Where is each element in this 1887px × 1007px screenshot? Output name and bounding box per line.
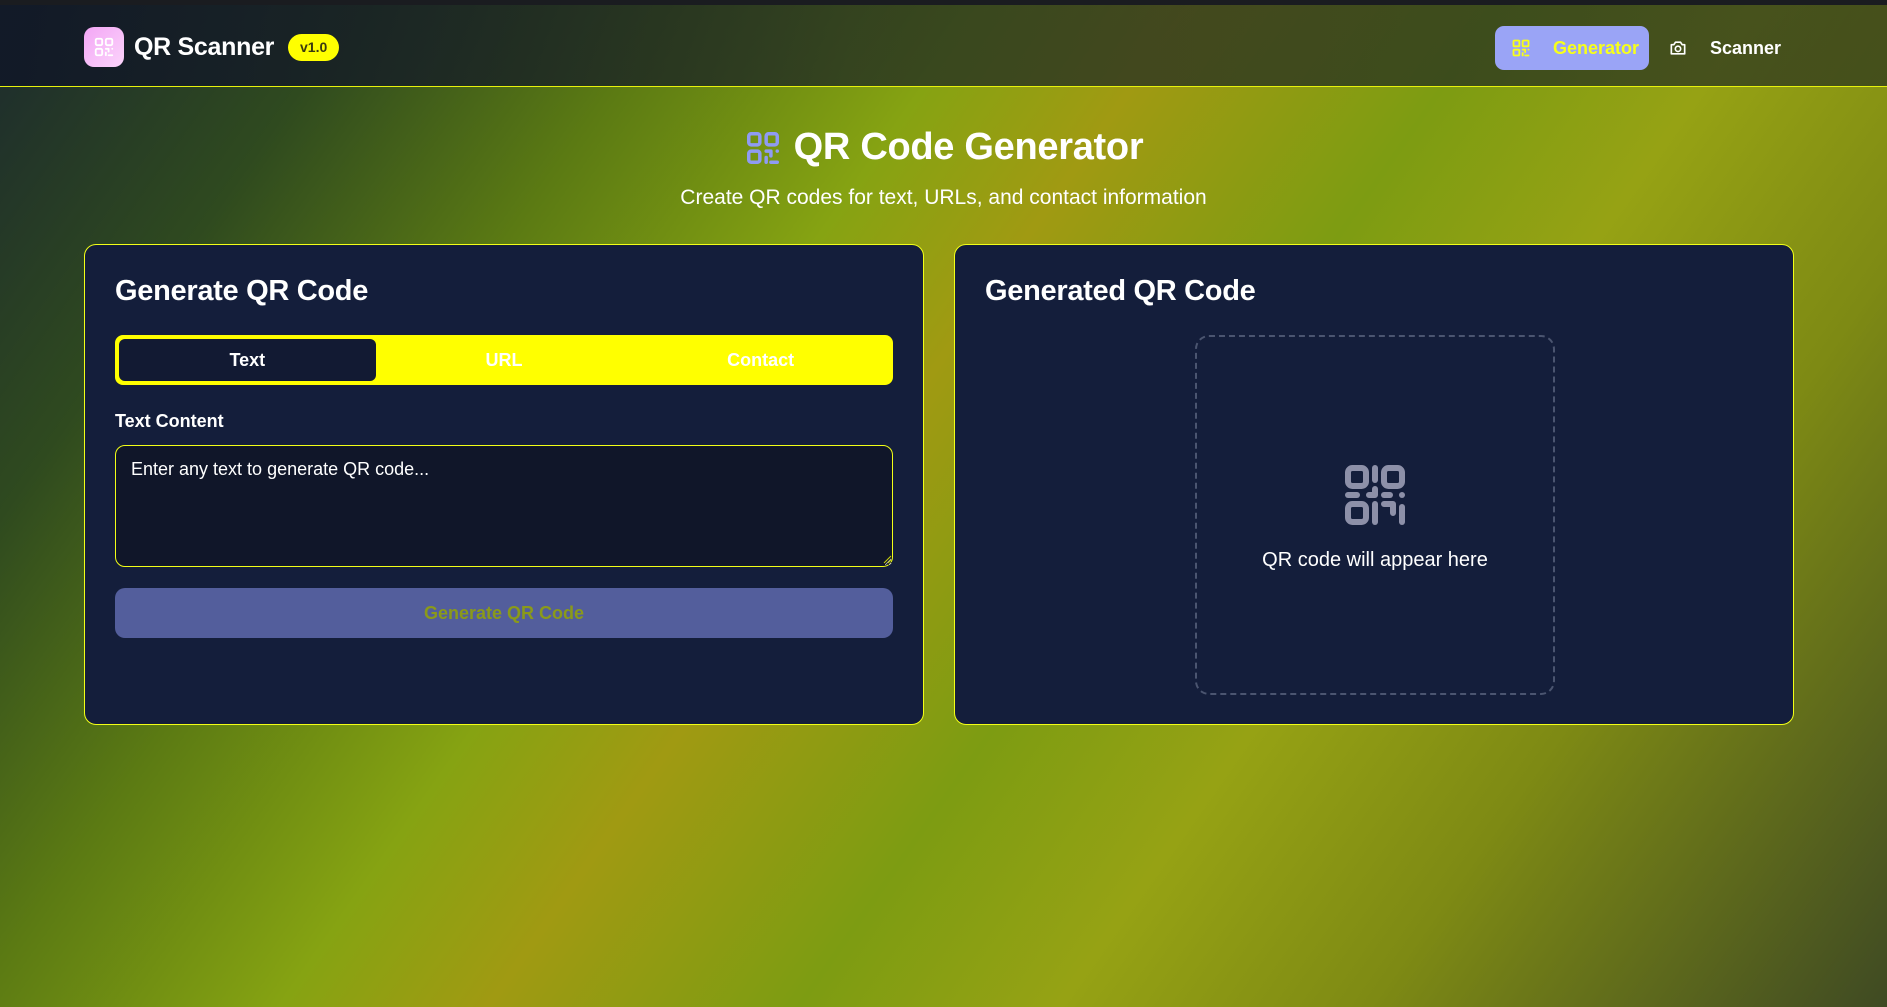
- nav-scanner-button[interactable]: Scanner: [1664, 26, 1794, 70]
- qr-code-icon: [94, 37, 114, 57]
- qr-placeholder: QR code will appear here: [1195, 335, 1555, 695]
- version-badge: v1.0: [288, 34, 340, 61]
- tab-contact[interactable]: Contact: [632, 339, 889, 381]
- tab-url[interactable]: URL: [376, 339, 633, 381]
- app-title: QR Scanner: [134, 33, 275, 61]
- tab-text[interactable]: Text: [119, 339, 376, 381]
- camera-icon: [1670, 41, 1686, 55]
- page-title-text: QR Code Generator: [793, 126, 1144, 168]
- nav-generator-label: Generator: [1553, 37, 1640, 58]
- nav-scanner-label: Scanner: [1710, 37, 1782, 58]
- text-content-input[interactable]: [115, 445, 893, 567]
- page-title: QR Code Generator: [0, 126, 1887, 169]
- qr-code-icon: [1512, 39, 1530, 57]
- app-header: QR Scanner v1.0 Generator Scanner: [0, 5, 1887, 87]
- input-type-tabs: Text URL Contact: [115, 335, 893, 385]
- resize-grip-icon[interactable]: [883, 555, 892, 564]
- page-subtitle: Create QR codes for text, URLs, and cont…: [680, 186, 1207, 209]
- generate-qr-button[interactable]: Generate QR Code: [115, 588, 893, 638]
- generate-card: Generate QR Code Text URL Contact Text C…: [84, 244, 924, 725]
- generate-card-title: Generate QR Code: [115, 275, 369, 307]
- nav-generator-button[interactable]: Generator: [1495, 26, 1649, 70]
- app-logo[interactable]: [84, 27, 124, 67]
- qr-code-icon: [746, 131, 779, 164]
- text-content-label: Text Content: [115, 411, 224, 431]
- result-card-title: Generated QR Code: [985, 275, 1256, 307]
- qr-code-icon: [1345, 464, 1405, 525]
- qr-placeholder-text: QR code will appear here: [1262, 548, 1488, 571]
- result-card: Generated QR Code QR code will appear he…: [954, 244, 1794, 725]
